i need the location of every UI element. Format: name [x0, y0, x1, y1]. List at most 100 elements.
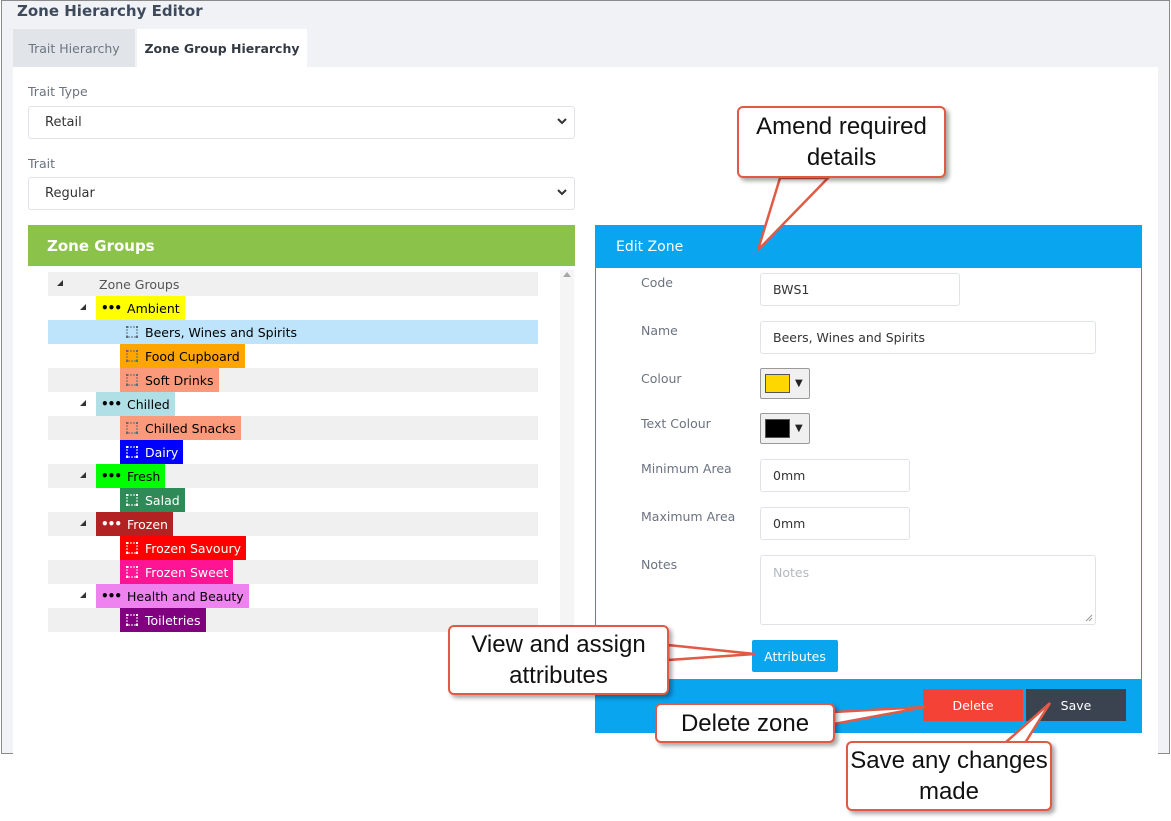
triangle-expanded-icon[interactable] [79, 399, 87, 407]
zone-node[interactable]: Frozen Savoury [120, 536, 247, 560]
text-colour-label: Text Colour [641, 416, 711, 431]
zone-label: Dairy [145, 444, 179, 460]
zone-group-node[interactable]: ••• Ambient [96, 296, 185, 320]
dots-icon: ••• [101, 589, 122, 603]
zone-label: Frozen Savoury [145, 540, 242, 556]
colour-picker[interactable]: ▼ [760, 368, 810, 399]
zone-outline-icon [125, 373, 139, 387]
zone-outline-icon [125, 445, 139, 459]
tree-row-group[interactable]: ••• Frozen [48, 512, 538, 536]
tree-row-group[interactable]: ••• Health and Beauty [48, 584, 538, 608]
zone-outline-icon [125, 349, 139, 363]
zone-label: Salad [145, 492, 180, 508]
maximum-area-label: Maximum Area [641, 509, 736, 524]
minimum-area-input[interactable]: 0mm [760, 459, 910, 492]
tree-row-zone[interactable]: Frozen Sweet [48, 560, 538, 584]
trait-type-value: Retail [45, 115, 82, 130]
zone-node[interactable]: Soft Drinks [120, 368, 219, 392]
zone-groups-header: Zone Groups [28, 225, 575, 266]
dropdown-arrow-icon: ▼ [795, 423, 803, 434]
callout-attributes: View and assign attributes [448, 625, 669, 695]
name-label: Name [641, 323, 678, 338]
zone-group-node[interactable]: ••• Fresh [96, 464, 166, 488]
notes-textarea[interactable]: Notes [760, 555, 1096, 625]
callout-delete: Delete zone [655, 703, 835, 743]
tree-row-group[interactable]: ••• Ambient [48, 296, 538, 320]
tree-row-zone[interactable]: Soft Drinks [48, 368, 538, 392]
zone-label: Toiletries [145, 612, 201, 628]
maximum-area-input[interactable]: 0mm [760, 507, 910, 540]
zone-node[interactable]: Frozen Sweet [120, 560, 234, 584]
zone-group-node[interactable]: ••• Health and Beauty [96, 584, 249, 608]
tree-row-group[interactable]: ••• Fresh [48, 464, 538, 488]
tree-row-zone[interactable]: Dairy [48, 440, 538, 464]
colour-label: Colour [641, 371, 682, 386]
zone-label: Beers, Wines and Spirits [145, 324, 298, 340]
callout-save: Save any changes made [846, 741, 1052, 811]
zone-group-node[interactable]: ••• Chilled [96, 392, 175, 416]
zone-label: Frozen Sweet [145, 564, 229, 580]
text-colour-picker[interactable]: ▼ [760, 413, 810, 444]
text-colour-swatch [765, 419, 790, 438]
tree-root-label[interactable]: Zone Groups [94, 272, 184, 296]
zone-node[interactable]: Chilled Snacks [120, 416, 241, 440]
resize-grip-icon[interactable] [1085, 614, 1093, 622]
zone-group-label: Fresh [127, 468, 161, 484]
zone-label: Food Cupboard [145, 348, 240, 364]
zone-outline-icon [125, 565, 139, 579]
app-title: Zone Hierarchy Editor [17, 2, 203, 20]
zone-node[interactable]: Salad [120, 488, 185, 512]
attributes-button[interactable]: Attributes [752, 640, 838, 672]
zone-node[interactable]: Toiletries [120, 608, 206, 632]
zone-outline-icon [125, 325, 139, 339]
code-label: Code [641, 275, 674, 290]
triangle-expanded-icon[interactable] [79, 591, 87, 599]
zone-node[interactable]: Beers, Wines and Spirits [120, 320, 302, 344]
dots-icon: ••• [101, 397, 122, 411]
notes-placeholder: Notes [773, 565, 810, 580]
triangle-expanded-icon[interactable] [79, 303, 87, 311]
dropdown-arrow-icon: ▼ [795, 378, 803, 389]
trait-label: Trait [28, 156, 55, 171]
triangle-expanded-icon[interactable] [79, 519, 87, 527]
tree-row-zone[interactable]: Beers, Wines and Spirits [48, 320, 538, 344]
zone-outline-icon [125, 493, 139, 507]
code-input[interactable]: BWS1 [760, 273, 960, 306]
chevron-down-icon [557, 118, 567, 125]
zone-label: Chilled Snacks [145, 420, 236, 436]
tab-trait-hierarchy[interactable]: Trait Hierarchy [13, 29, 135, 67]
save-button[interactable]: Save [1026, 689, 1126, 721]
zone-group-label: Ambient [127, 300, 180, 316]
tree-row-zone[interactable]: Salad [48, 488, 538, 512]
zone-group-label: Health and Beauty [127, 588, 244, 604]
zone-outline-icon [125, 421, 139, 435]
colour-swatch [765, 374, 790, 393]
triangle-expanded-icon[interactable] [79, 471, 87, 479]
zone-outline-icon [125, 541, 139, 555]
zone-outline-icon [125, 613, 139, 627]
dots-icon: ••• [101, 517, 122, 531]
tree-row-zone[interactable]: Frozen Savoury [48, 536, 538, 560]
trait-value: Regular [45, 186, 95, 201]
minimum-area-label: Minimum Area [641, 461, 732, 476]
trait-select[interactable]: Regular [28, 177, 575, 210]
zone-group-label: Frozen [127, 516, 168, 532]
trait-type-select[interactable]: Retail [28, 106, 575, 139]
triangle-expanded-icon[interactable] [56, 279, 64, 287]
edit-zone-header: Edit Zone [595, 225, 1142, 268]
scroll-up-arrow-icon[interactable] [563, 272, 571, 277]
zone-label: Soft Drinks [145, 372, 214, 388]
delete-button[interactable]: Delete [923, 689, 1023, 721]
tree-row-group[interactable]: ••• Chilled [48, 392, 538, 416]
dots-icon: ••• [101, 301, 122, 315]
zone-group-label: Chilled [127, 396, 170, 412]
name-input[interactable]: Beers, Wines and Spirits [760, 321, 1096, 354]
zone-node[interactable]: Food Cupboard [120, 344, 245, 368]
tree-row-root[interactable]: Zone Groups [48, 272, 538, 296]
tab-zone-group-hierarchy[interactable]: Zone Group Hierarchy [137, 29, 307, 67]
zone-node[interactable]: Dairy [120, 440, 184, 464]
tree-row-zone[interactable]: Chilled Snacks [48, 416, 538, 440]
tree-scrollbar[interactable] [560, 270, 574, 630]
tree-row-zone[interactable]: Food Cupboard [48, 344, 538, 368]
zone-group-node[interactable]: ••• Frozen [96, 512, 173, 536]
